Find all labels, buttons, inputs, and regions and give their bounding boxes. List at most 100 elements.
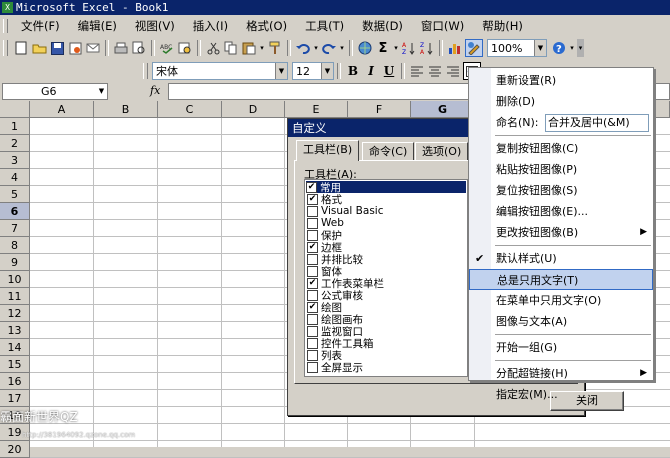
- tab-commands[interactable]: 命令(C): [362, 142, 415, 160]
- sort-desc-icon[interactable]: ZA: [419, 40, 435, 56]
- name-box[interactable]: G6 ▼: [2, 83, 108, 100]
- column-header[interactable]: D: [222, 101, 285, 118]
- toolbar-list-item[interactable]: Visual Basic: [307, 205, 383, 217]
- align-left-icon[interactable]: [409, 63, 425, 79]
- fx-icon[interactable]: fx: [150, 84, 160, 97]
- open-icon[interactable]: [31, 40, 47, 56]
- checkbox[interactable]: [307, 217, 318, 229]
- font-combo[interactable]: 宋体 ▼: [152, 62, 288, 80]
- context-menu-item[interactable]: 复制按钮图像(C): [469, 138, 653, 159]
- row-header[interactable]: 6: [0, 203, 30, 220]
- checkbox[interactable]: [307, 325, 318, 337]
- menu-format[interactable]: 格式(O): [237, 18, 296, 34]
- research-icon[interactable]: [177, 40, 193, 56]
- row-header[interactable]: 5: [0, 186, 30, 203]
- row-header[interactable]: 11: [0, 288, 30, 305]
- font-size-combo[interactable]: 12 ▼: [292, 62, 334, 80]
- italic-button[interactable]: I: [363, 63, 379, 79]
- redo-icon[interactable]: [321, 40, 337, 56]
- context-menu-item[interactable]: 命名(N): 合并及居中(&M): [469, 112, 653, 133]
- paste-icon[interactable]: [241, 40, 257, 56]
- context-menu-item[interactable]: 在菜单中只用文字(O): [469, 290, 653, 311]
- checkbox[interactable]: [307, 313, 318, 325]
- row-header[interactable]: 20: [0, 441, 30, 458]
- spelling-icon[interactable]: ABC: [159, 40, 175, 56]
- context-menu-item[interactable]: 分配超链接(H) ▶: [469, 363, 653, 384]
- row-header[interactable]: 3: [0, 152, 30, 169]
- row-header[interactable]: 13: [0, 322, 30, 339]
- menu-window[interactable]: 窗口(W): [412, 18, 473, 34]
- context-menu-item[interactable]: 粘贴按钮图像(P): [469, 159, 653, 180]
- help-icon[interactable]: ?: [551, 40, 567, 56]
- column-header[interactable]: C: [158, 101, 222, 118]
- zoom-dropdown-icon[interactable]: ▼: [534, 40, 546, 56]
- chart-wizard-icon[interactable]: [447, 40, 463, 56]
- zoom-combo[interactable]: 100% ▼: [487, 39, 547, 57]
- checkbox[interactable]: [307, 349, 318, 361]
- row-header[interactable]: 16: [0, 373, 30, 390]
- font-dropdown-icon[interactable]: ▼: [275, 63, 287, 79]
- hyperlink-icon[interactable]: [357, 40, 373, 56]
- context-menu-item[interactable]: 删除(D): [469, 91, 653, 112]
- font-size-dropdown-icon[interactable]: ▼: [321, 63, 333, 79]
- align-center-icon[interactable]: [427, 63, 443, 79]
- row-header[interactable]: 2: [0, 135, 30, 152]
- row-header[interactable]: 8: [0, 237, 30, 254]
- select-all-corner[interactable]: [0, 101, 30, 118]
- undo-icon[interactable]: [295, 40, 311, 56]
- email-icon[interactable]: [85, 40, 101, 56]
- format-toolbar-grip[interactable]: [143, 63, 148, 79]
- new-icon[interactable]: [13, 40, 29, 56]
- undo-dropdown-icon[interactable]: ▾: [313, 40, 319, 56]
- checkbox[interactable]: [307, 253, 318, 265]
- toolbar-list-item[interactable]: 全屏显示: [307, 361, 363, 374]
- checkbox[interactable]: [307, 337, 318, 349]
- context-menu-item[interactable]: 指定宏(M)...: [469, 384, 653, 405]
- checkbox[interactable]: ✔: [306, 181, 317, 193]
- checkbox[interactable]: [307, 289, 318, 301]
- copy-icon[interactable]: [223, 40, 239, 56]
- print-preview-icon[interactable]: [131, 40, 147, 56]
- toolbar-grip[interactable]: [3, 40, 8, 56]
- context-menu-item[interactable]: 总是只用文字(T): [469, 269, 653, 290]
- row-header[interactable]: 1: [0, 118, 30, 135]
- row-header[interactable]: 14: [0, 339, 30, 356]
- checkbox[interactable]: [307, 265, 318, 277]
- name-box-dropdown-icon[interactable]: ▼: [96, 84, 107, 99]
- row-header[interactable]: 7: [0, 220, 30, 237]
- autosum-dropdown-icon[interactable]: ▾: [393, 40, 399, 56]
- context-menu-item[interactable]: 图像与文本(A): [469, 311, 653, 332]
- column-header[interactable]: A: [30, 101, 94, 118]
- menu-data[interactable]: 数据(D): [353, 18, 412, 34]
- context-menu-item[interactable]: 更改按钮图像(B) ▶: [469, 222, 653, 243]
- column-header[interactable]: F: [348, 101, 411, 118]
- context-menu-item[interactable]: 开始一组(G): [469, 337, 653, 358]
- menu-insert[interactable]: 插入(I): [184, 18, 237, 34]
- checkbox[interactable]: ✔: [307, 241, 318, 253]
- print-icon[interactable]: [113, 40, 129, 56]
- bold-button[interactable]: B: [345, 63, 361, 79]
- button-name-field[interactable]: 合并及居中(&M): [545, 114, 649, 132]
- menu-edit[interactable]: 编辑(E): [69, 18, 126, 34]
- checkbox[interactable]: [307, 205, 318, 217]
- checkbox[interactable]: [307, 229, 318, 241]
- menubar-grip[interactable]: [3, 19, 8, 33]
- autosum-icon[interactable]: Σ: [375, 40, 391, 56]
- column-header[interactable]: E: [285, 101, 348, 118]
- checkbox[interactable]: ✔: [307, 277, 318, 289]
- menu-file[interactable]: 文件(F): [12, 18, 69, 34]
- row-header[interactable]: 12: [0, 305, 30, 322]
- paste-dropdown-icon[interactable]: ▾: [259, 40, 265, 56]
- permission-icon[interactable]: [67, 40, 83, 56]
- toolbar-list[interactable]: ✔ 常用 ✔ 格式 Visual Basic Web 保护 ✔ 边框 并排比较 窗体 ✔ 工作表菜单栏公…: [304, 179, 468, 377]
- underline-button[interactable]: U: [381, 63, 397, 79]
- drawing-icon[interactable]: [465, 39, 483, 57]
- column-header[interactable]: B: [94, 101, 158, 118]
- menu-tools[interactable]: 工具(T): [296, 18, 353, 34]
- column-header-selected[interactable]: G: [411, 101, 475, 118]
- cut-icon[interactable]: [205, 40, 221, 56]
- row-header[interactable]: 4: [0, 169, 30, 186]
- row-header[interactable]: 15: [0, 356, 30, 373]
- context-menu-item[interactable]: 编辑按钮图像(E)...: [469, 201, 653, 222]
- row-header[interactable]: 17: [0, 390, 30, 407]
